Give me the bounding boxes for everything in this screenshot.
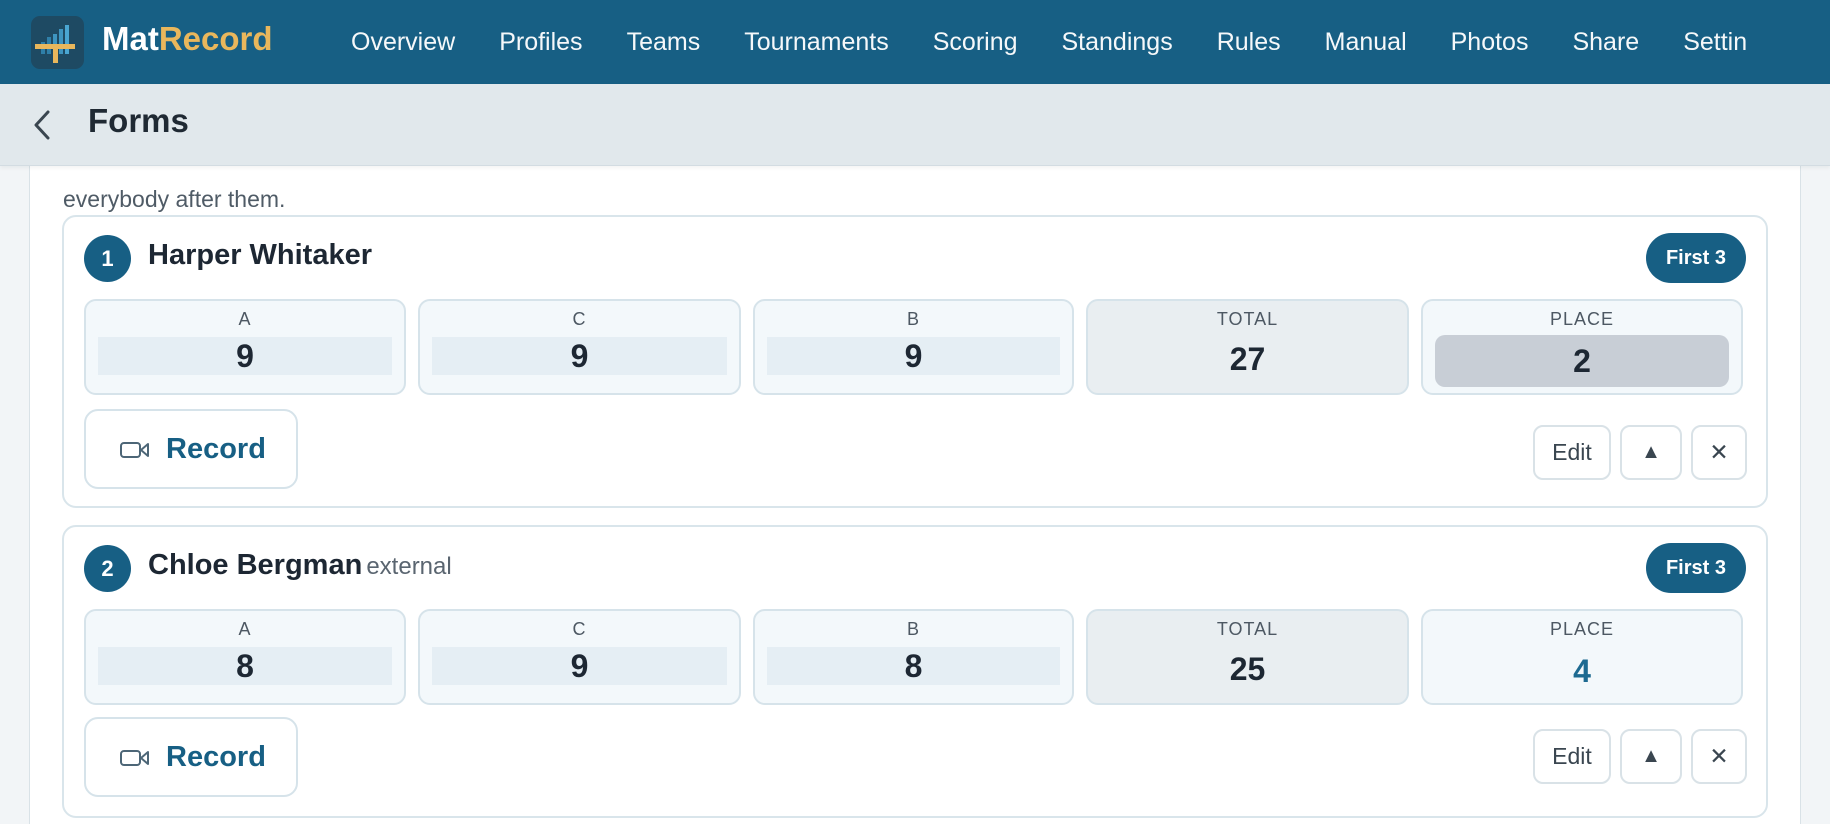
place-cell: PLACE 2 xyxy=(1421,299,1743,395)
record-label: Record xyxy=(166,741,266,773)
intro-text: everybody after them. xyxy=(63,186,286,212)
score-input[interactable]: 9 xyxy=(767,337,1060,375)
record-button[interactable]: Record xyxy=(84,717,298,797)
nav-photos[interactable]: Photos xyxy=(1451,28,1529,57)
athlete-name: Chloe Bergman external xyxy=(148,549,452,582)
place-cell: PLACE 4 xyxy=(1421,609,1743,705)
record-button[interactable]: Record xyxy=(84,409,298,489)
score-cell-b: B 9 xyxy=(753,299,1074,395)
athlete-name-text: Harper Whitaker xyxy=(148,239,373,271)
brand-part-1: Mat xyxy=(102,20,159,57)
nav-overflow-fade xyxy=(1750,0,1830,84)
score-label: B xyxy=(906,619,920,639)
nav-share[interactable]: Share xyxy=(1572,28,1639,57)
nav-settings[interactable]: Settin xyxy=(1683,28,1747,57)
close-icon[interactable]: ✕ xyxy=(1691,729,1747,784)
nav-tournaments[interactable]: Tournaments xyxy=(744,28,889,57)
total-cell: TOTAL 25 xyxy=(1086,609,1409,705)
athlete-name: Harper Whitaker xyxy=(148,239,372,272)
nav-teams[interactable]: Teams xyxy=(627,28,701,57)
nav-manual[interactable]: Manual xyxy=(1325,28,1407,57)
edit-button[interactable]: Edit xyxy=(1533,729,1611,784)
score-label: C xyxy=(572,309,587,329)
total-label: TOTAL xyxy=(1216,309,1279,329)
total-label: TOTAL xyxy=(1216,619,1279,639)
entry-number-badge: 1 xyxy=(84,235,131,282)
edit-button[interactable]: Edit xyxy=(1533,425,1611,480)
nav-scoring[interactable]: Scoring xyxy=(933,28,1018,57)
brand-part-2: Record xyxy=(158,20,273,57)
main-nav: Overview Profiles Teams Tournaments Scor… xyxy=(351,0,1791,84)
move-up-icon[interactable]: ▲ xyxy=(1620,425,1682,480)
external-tag: external xyxy=(366,553,452,580)
place-value: 4 xyxy=(1573,653,1591,689)
record-label: Record xyxy=(166,433,266,465)
score-cell-a: A 8 xyxy=(84,609,406,705)
nav-overview[interactable]: Overview xyxy=(351,28,455,57)
top-navbar: MatRecord Overview Profiles Teams Tourna… xyxy=(0,0,1830,84)
total-value: 25 xyxy=(1229,651,1266,687)
nav-rules[interactable]: Rules xyxy=(1217,28,1281,57)
score-input[interactable]: 8 xyxy=(98,647,392,685)
close-icon[interactable]: ✕ xyxy=(1691,425,1747,480)
score-label: A xyxy=(238,619,252,639)
app-logo-icon[interactable] xyxy=(31,16,84,69)
score-input[interactable]: 8 xyxy=(767,647,1060,685)
back-chevron-icon[interactable] xyxy=(28,108,58,142)
place-value: 2 xyxy=(1435,335,1729,387)
video-camera-icon xyxy=(120,748,150,773)
page-title: Forms xyxy=(88,102,189,139)
move-up-icon[interactable]: ▲ xyxy=(1620,729,1682,784)
group-pill[interactable]: First 3 xyxy=(1645,543,1746,593)
brand-name[interactable]: MatRecord xyxy=(102,20,273,58)
video-camera-icon xyxy=(120,440,150,465)
score-cell-a: A 9 xyxy=(84,299,406,395)
score-cell-c: C 9 xyxy=(418,609,741,705)
total-value: 27 xyxy=(1229,341,1266,377)
score-input[interactable]: 9 xyxy=(432,647,727,685)
nav-profiles[interactable]: Profiles xyxy=(499,28,582,57)
entry-card: 2 Chloe Bergman external First 3 A 8 C 9 … xyxy=(62,525,1768,818)
athlete-name-text: Chloe Bergman xyxy=(148,549,363,581)
group-pill[interactable]: First 3 xyxy=(1645,233,1746,283)
score-label: B xyxy=(906,309,920,329)
forms-panel: everybody after them. 1 Harper Whitaker … xyxy=(29,150,1801,824)
total-cell: TOTAL 27 xyxy=(1086,299,1409,395)
score-label: A xyxy=(238,309,252,329)
place-label: PLACE xyxy=(1549,309,1615,329)
page-header: Forms xyxy=(0,84,1830,166)
score-input[interactable]: 9 xyxy=(98,337,392,375)
score-cell-c: C 9 xyxy=(418,299,741,395)
entry-card: 1 Harper Whitaker First 3 A 9 C 9 B 9 TO… xyxy=(62,215,1768,508)
place-label: PLACE xyxy=(1549,619,1615,639)
score-label: C xyxy=(572,619,587,639)
entry-number-badge: 2 xyxy=(84,545,131,592)
score-input[interactable]: 9 xyxy=(432,337,727,375)
nav-standings[interactable]: Standings xyxy=(1062,28,1173,57)
score-cell-b: B 8 xyxy=(753,609,1074,705)
